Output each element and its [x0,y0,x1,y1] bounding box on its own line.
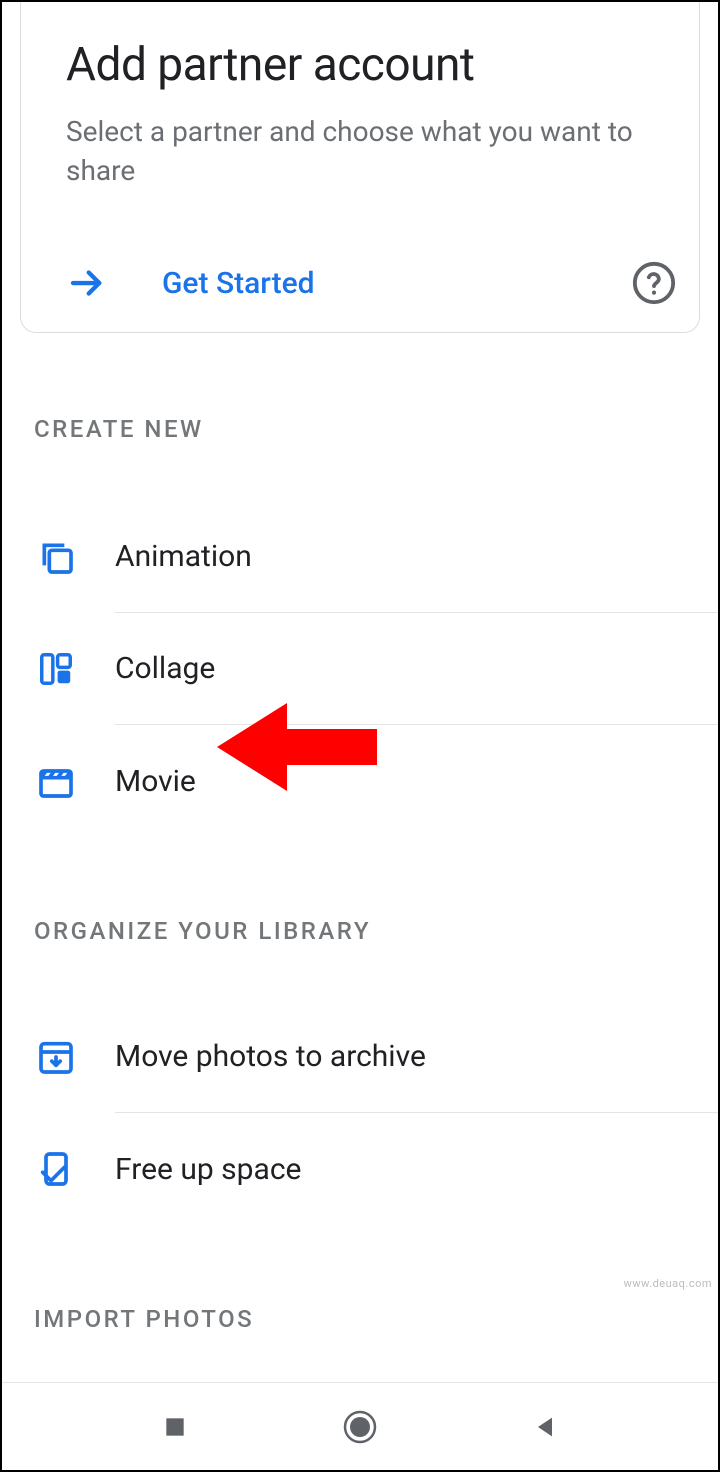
row-label: Free up space [115,1113,718,1225]
row-label: Collage [115,613,718,725]
help-icon[interactable] [631,260,677,306]
card-subtitle: Select a partner and choose what you wan… [66,112,677,190]
create-movie-row[interactable]: Movie [2,725,718,837]
section-header-create-new: CREATE NEW [2,415,718,443]
android-nav-bar [2,1382,718,1470]
nav-recent-button[interactable] [151,1403,199,1451]
create-animation-row[interactable]: Animation [2,501,718,613]
row-label: Movie [115,725,718,837]
section-header-import: IMPORT PHOTOS [2,1305,718,1333]
archive-row[interactable]: Move photos to archive [2,1001,718,1113]
collage-icon [34,648,77,691]
movie-icon [34,760,77,803]
nav-home-button[interactable] [336,1403,384,1451]
free-up-space-row[interactable]: Free up space [2,1113,718,1225]
card-title: Add partner account [66,38,677,92]
create-collage-row[interactable]: Collage [2,613,718,725]
partner-account-card: Add partner account Select a partner and… [20,2,700,333]
archive-icon [34,1036,77,1079]
row-label: Move photos to archive [115,1001,718,1113]
watermark-text: www.deuaq.com [624,1277,712,1290]
get-started-button[interactable]: Get Started [162,266,631,301]
arrow-right-icon [66,262,108,304]
row-label: Animation [115,501,718,613]
animation-icon [34,536,77,579]
free-space-icon [34,1148,77,1191]
section-header-organize: ORGANIZE YOUR LIBRARY [2,917,718,945]
nav-back-button[interactable] [521,1403,569,1451]
